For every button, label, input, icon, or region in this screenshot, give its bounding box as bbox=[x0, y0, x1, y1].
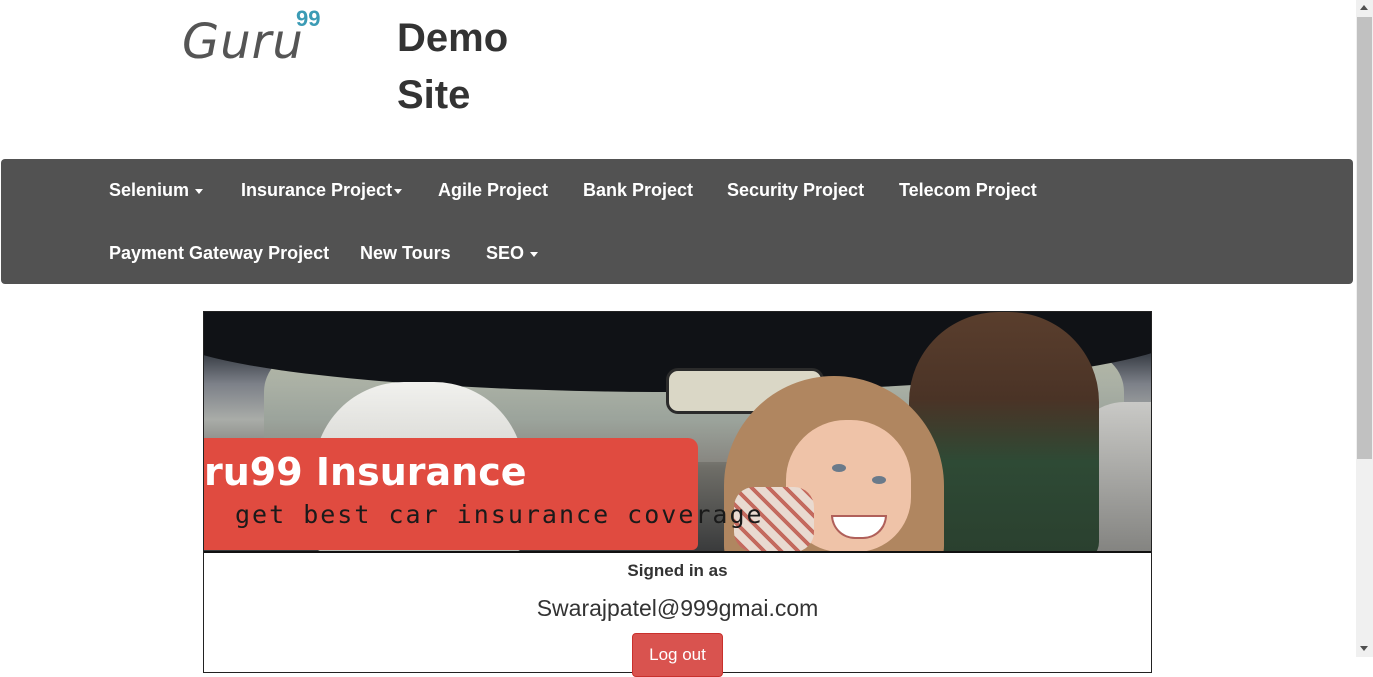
user-email: Swarajpatel@999gmai.com bbox=[536, 595, 819, 621]
banner-subtitle: get best car insurance coverage bbox=[235, 500, 764, 529]
nav-selenium-dropdown[interactable]: Selenium bbox=[109, 179, 204, 201]
scroll-down-arrow-icon[interactable] bbox=[1360, 646, 1368, 651]
nav-seo-dropdown[interactable]: SEO bbox=[486, 242, 539, 264]
signed-in-label: Signed in as bbox=[627, 561, 728, 580]
nav-bank-project[interactable]: Bank Project bbox=[583, 179, 693, 201]
caret-down-icon bbox=[195, 188, 204, 194]
caret-down-icon bbox=[530, 251, 539, 257]
banner-ribbon: ru99 Insurance get best car insurance co… bbox=[204, 438, 762, 550]
nav-insurance-project-dropdown[interactable]: Insurance Project bbox=[241, 179, 403, 201]
guru99-logo[interactable]: Guru 99 bbox=[182, 6, 332, 70]
nav-agile-project[interactable]: Agile Project bbox=[438, 179, 548, 201]
site-title: Demo Site bbox=[397, 16, 509, 117]
logout-button[interactable]: Log out bbox=[632, 633, 723, 677]
nav-insurance-project-label: Insurance Project bbox=[241, 180, 393, 200]
main-navbar: Selenium Insurance Project Agile Project… bbox=[1, 159, 1353, 284]
nav-telecom-project[interactable]: Telecom Project bbox=[899, 179, 1037, 201]
banner-title: ru99 Insurance bbox=[204, 450, 527, 494]
scrollbar-thumb[interactable] bbox=[1357, 17, 1372, 459]
logo-superscript: 99 bbox=[296, 6, 321, 31]
nav-new-tours[interactable]: New Tours bbox=[360, 242, 451, 264]
banner-woman-eye-right bbox=[872, 476, 886, 484]
nav-seo-label: SEO bbox=[486, 243, 525, 263]
nav-selenium-label: Selenium bbox=[109, 180, 190, 200]
nav-security-project[interactable]: Security Project bbox=[727, 179, 864, 201]
logo-text: Guru bbox=[182, 14, 304, 70]
caret-down-icon bbox=[394, 188, 403, 194]
banner-woman-eye-left bbox=[832, 464, 846, 472]
insurance-banner-image: ru99 Insurance get best car insurance co… bbox=[204, 312, 1151, 553]
page-scrollbar[interactable] bbox=[1356, 0, 1373, 657]
nav-payment-gateway-project[interactable]: Payment Gateway Project bbox=[109, 242, 329, 264]
scroll-up-arrow-icon[interactable] bbox=[1360, 5, 1368, 10]
account-panel: ru99 Insurance get best car insurance co… bbox=[203, 311, 1152, 677]
